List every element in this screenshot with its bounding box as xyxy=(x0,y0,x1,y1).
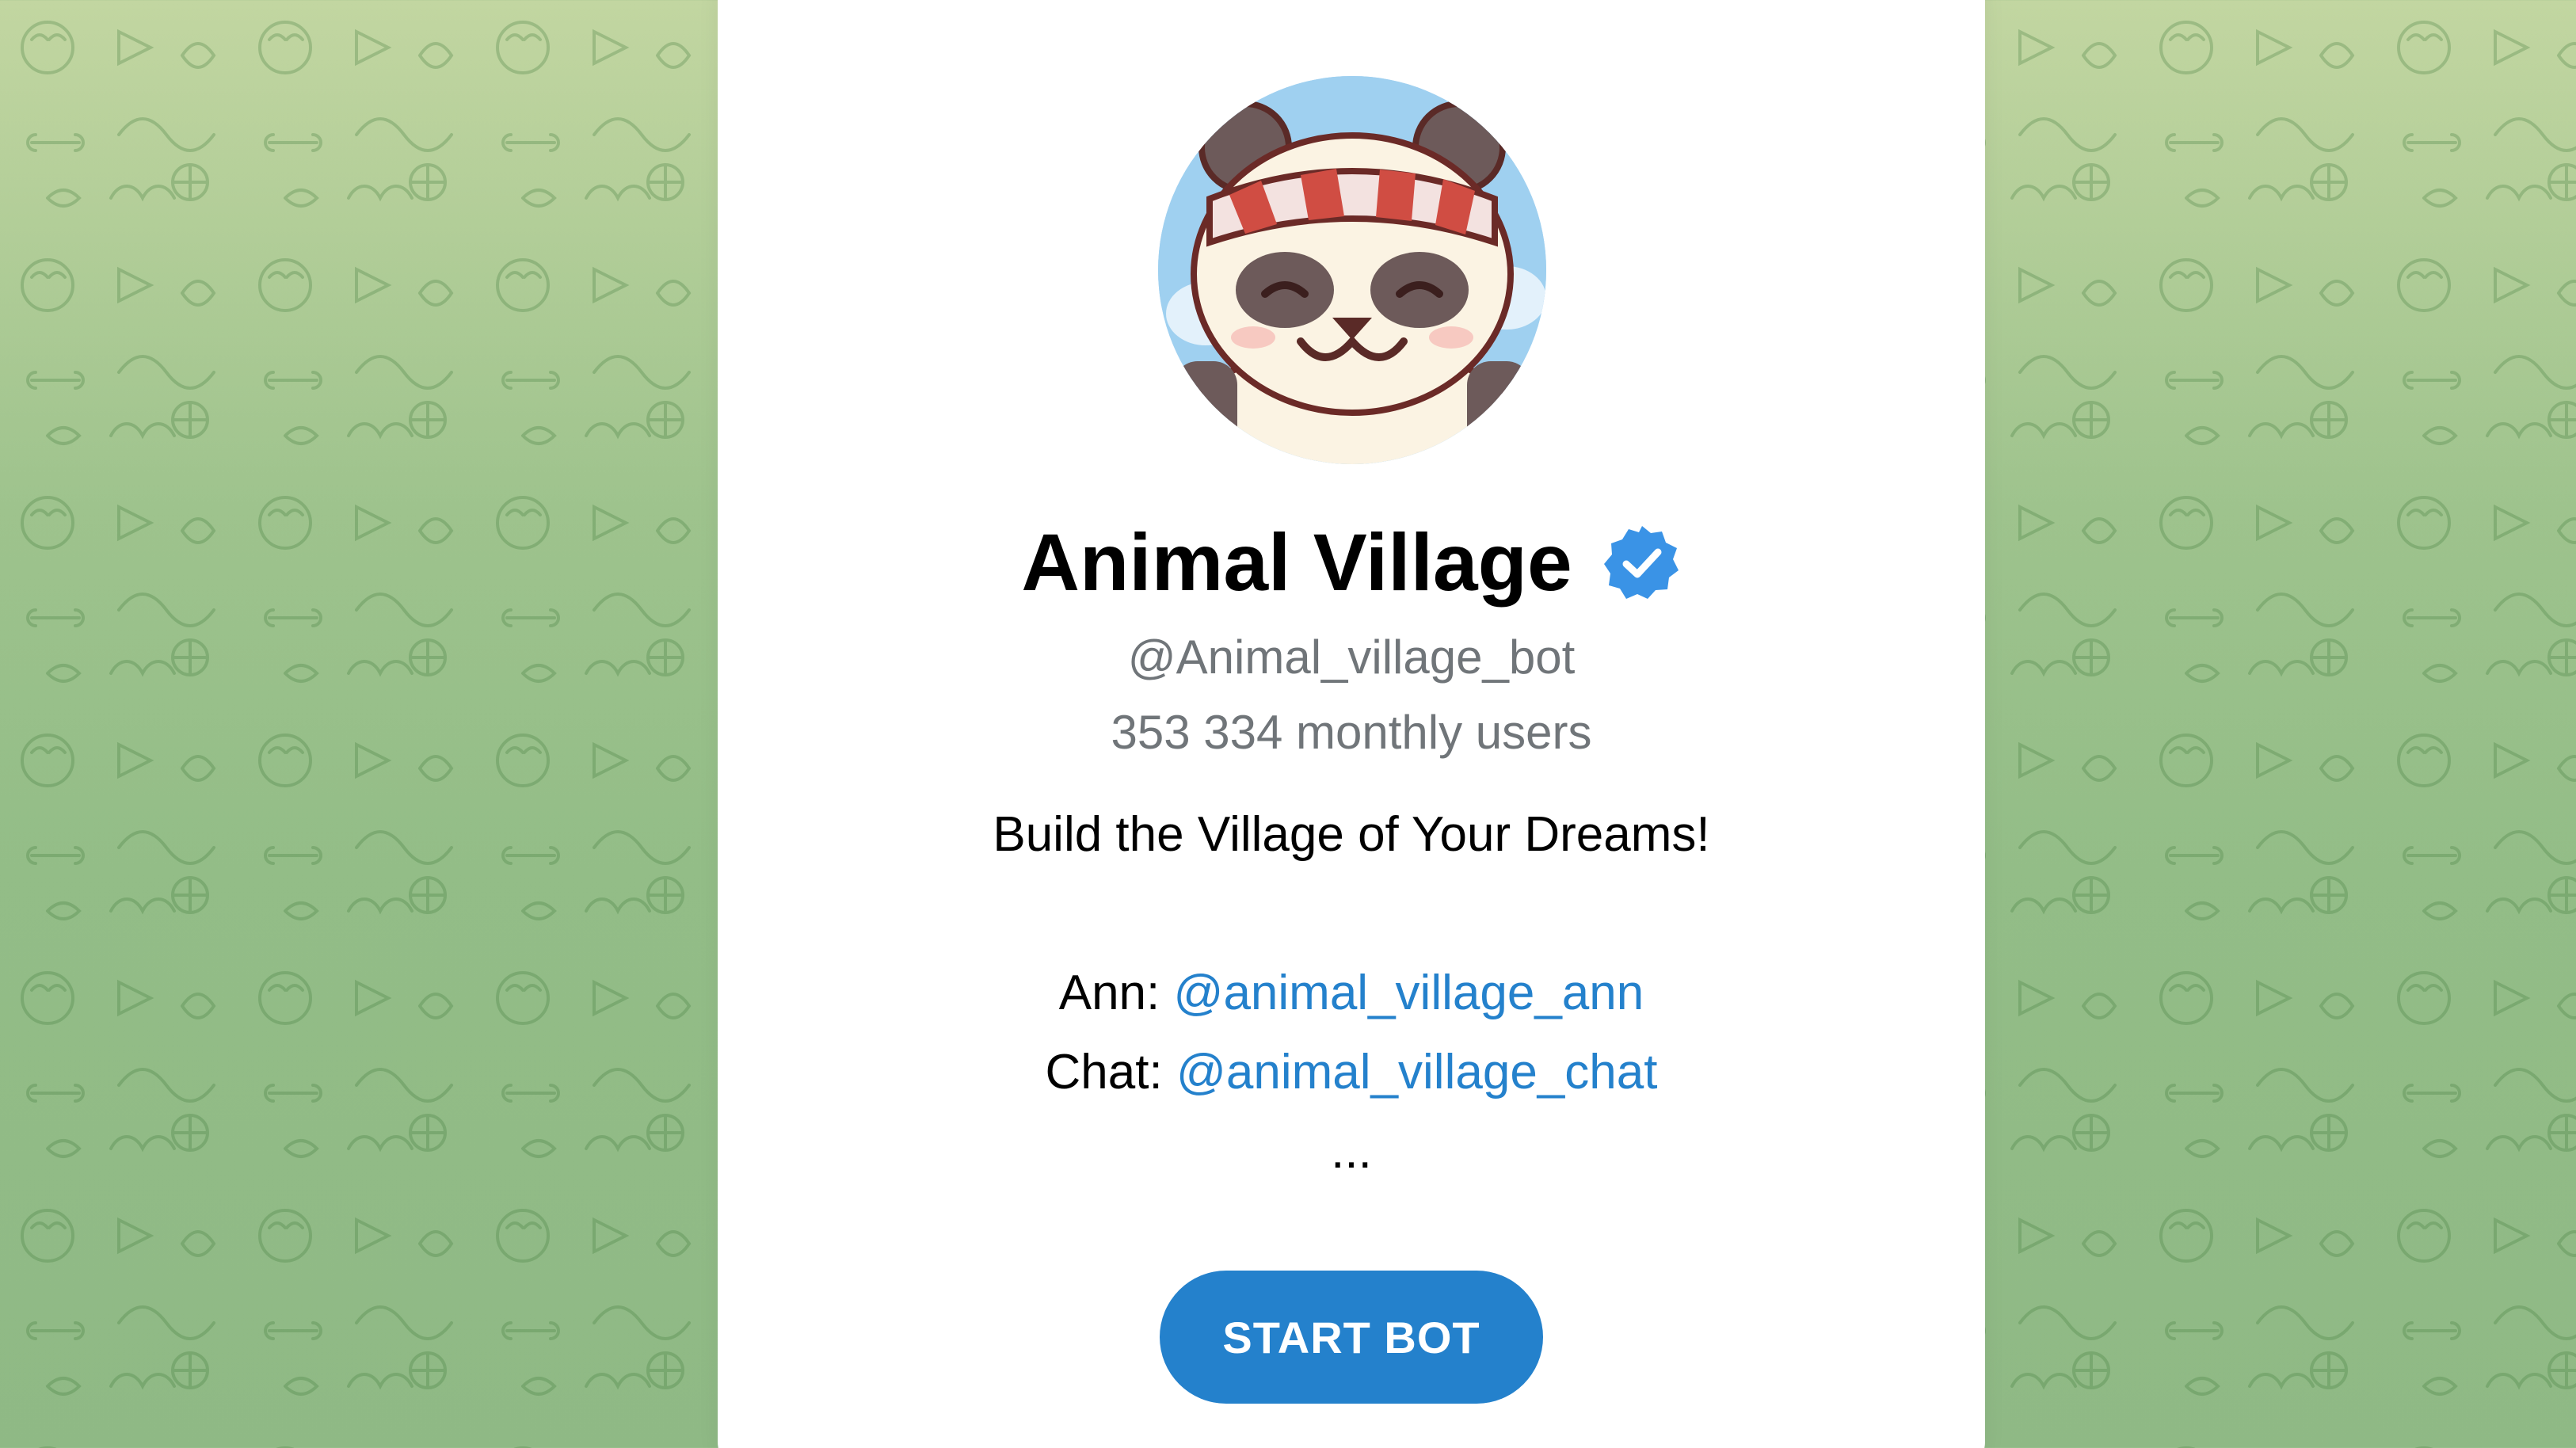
verified-badge-icon xyxy=(1603,526,1679,599)
ann-label: Ann: xyxy=(1058,966,1160,1020)
chat-label: Chat: xyxy=(1045,1045,1163,1099)
bot-username: @Animal_village_bot xyxy=(1127,631,1576,684)
monthly-users-count: 353 334 monthly users xyxy=(1111,706,1592,759)
bot-title-row: Animal Village xyxy=(718,511,1985,614)
description-ellipsis: ... xyxy=(1331,1124,1372,1179)
ann-link-line: Ann: @animal_village_ann xyxy=(718,965,1985,1021)
bot-description: Build the Village of Your Dreams! xyxy=(993,807,1710,862)
bot-name: Animal Village xyxy=(1021,516,1572,608)
start-bot-button[interactable]: START BOT xyxy=(1160,1271,1543,1404)
panda-avatar xyxy=(1158,76,1546,464)
chat-link-line: Chat: @animal_village_chat xyxy=(718,1044,1985,1100)
ann-channel-link[interactable]: @animal_village_ann xyxy=(1174,966,1644,1020)
chat-group-link[interactable]: @animal_village_chat xyxy=(1176,1045,1658,1099)
